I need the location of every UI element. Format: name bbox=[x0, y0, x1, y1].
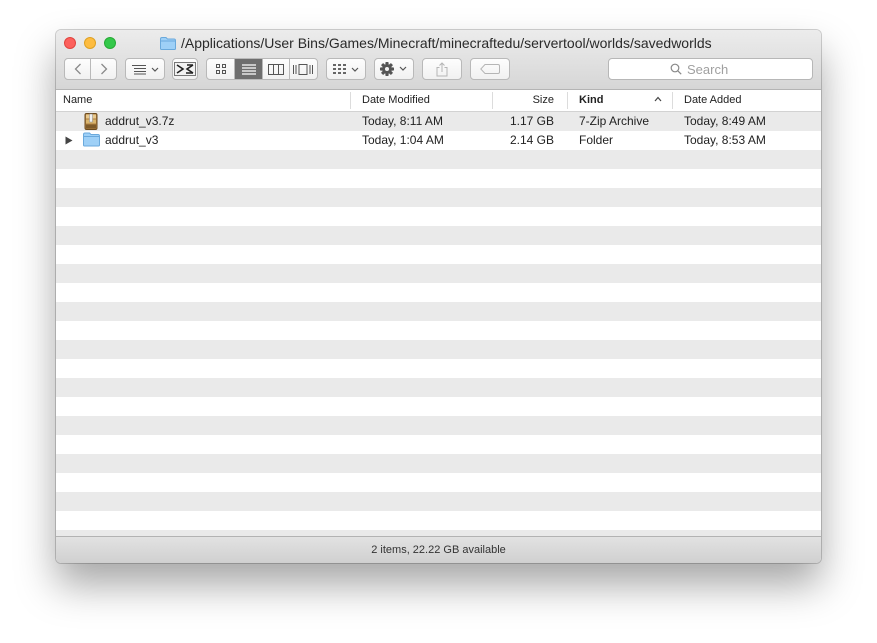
table-row[interactable]: addrut_v3 Today, 1:04 AM 2.14 GB Folder … bbox=[56, 131, 821, 150]
table-row[interactable]: addrut_v3.7z Today, 8:11 AM 1.17 GB 7-Zi… bbox=[56, 112, 821, 131]
chevron-left-icon bbox=[74, 63, 81, 75]
column-divider[interactable] bbox=[672, 92, 673, 109]
file-size: 1.17 GB bbox=[509, 114, 554, 128]
terminal-button[interactable] bbox=[172, 58, 198, 80]
close-button[interactable] bbox=[64, 37, 76, 49]
empty-row bbox=[56, 416, 821, 435]
forward-button[interactable] bbox=[90, 59, 116, 79]
navigation-group bbox=[64, 58, 117, 80]
empty-row bbox=[56, 302, 821, 321]
back-button[interactable] bbox=[65, 59, 90, 79]
search-input[interactable] bbox=[687, 61, 751, 77]
empty-row bbox=[56, 492, 821, 511]
cover-flow-icon bbox=[293, 63, 314, 75]
file-kind: 7-Zip Archive bbox=[579, 114, 650, 128]
search-field[interactable] bbox=[608, 58, 813, 80]
file-date-modified: Today, 8:11 AM bbox=[362, 114, 443, 128]
archive-icon bbox=[84, 113, 98, 130]
file-date-modified: Today, 1:04 AM bbox=[362, 133, 444, 147]
empty-row bbox=[56, 226, 821, 245]
share-button[interactable] bbox=[422, 58, 462, 80]
file-name: addrut_v3 bbox=[105, 133, 159, 147]
tags-button[interactable] bbox=[470, 58, 510, 80]
icon-grid-icon bbox=[215, 64, 226, 74]
search-icon bbox=[670, 63, 682, 75]
share-icon bbox=[436, 61, 448, 76]
minimize-button[interactable] bbox=[84, 37, 96, 49]
empty-row bbox=[56, 264, 821, 283]
window-title-path: /Applications/User Bins/Games/Minecraft/… bbox=[181, 35, 712, 51]
column-divider[interactable] bbox=[567, 92, 568, 109]
column-header-date-modified[interactable]: Date Modified bbox=[362, 90, 492, 111]
column-divider[interactable] bbox=[350, 92, 351, 109]
column-header-name[interactable]: Name bbox=[63, 90, 348, 111]
icon-view-button[interactable] bbox=[207, 59, 234, 79]
column-header-kind[interactable]: Kind bbox=[579, 90, 649, 111]
disclosure-triangle-icon[interactable] bbox=[65, 136, 73, 145]
tag-icon bbox=[480, 64, 500, 74]
column-header-size[interactable]: Size bbox=[493, 90, 554, 111]
action-menu-button[interactable] bbox=[374, 58, 414, 80]
file-kind: Folder bbox=[579, 133, 614, 147]
list-arrange-icon bbox=[132, 65, 159, 75]
folder-icon bbox=[83, 132, 100, 147]
empty-row bbox=[56, 454, 821, 473]
finder-window: /Applications/User Bins/Games/Minecraft/… bbox=[56, 30, 821, 563]
column-header-date-added[interactable]: Date Added bbox=[684, 90, 814, 111]
empty-row bbox=[56, 150, 821, 169]
zoom-button[interactable] bbox=[104, 37, 116, 49]
window-title: /Applications/User Bins/Games/Minecraft/… bbox=[160, 34, 712, 52]
folder-icon bbox=[160, 36, 176, 50]
terminal-icon bbox=[174, 62, 196, 76]
file-size: 2.14 GB bbox=[509, 133, 554, 147]
empty-row bbox=[56, 188, 821, 207]
view-mode-control bbox=[206, 58, 318, 80]
file-name: addrut_v3.7z bbox=[105, 114, 175, 128]
column-view-button[interactable] bbox=[261, 59, 289, 79]
file-list: addrut_v3.7z Today, 8:11 AM 1.17 GB 7-Zi… bbox=[56, 112, 821, 536]
group-by-button[interactable] bbox=[326, 58, 366, 80]
titlebar: /Applications/User Bins/Games/Minecraft/… bbox=[56, 30, 821, 90]
empty-row bbox=[56, 378, 821, 397]
file-date-added: Today, 8:49 AM bbox=[684, 114, 766, 128]
file-date-added: Today, 8:53 AM bbox=[684, 133, 766, 147]
status-text: 2 items, 22.22 GB available bbox=[371, 544, 506, 556]
list-view-button[interactable] bbox=[234, 59, 262, 79]
column-header: Name Date Modified Size Kind Date Added bbox=[56, 90, 821, 112]
gear-icon bbox=[380, 62, 407, 76]
columns-icon bbox=[267, 63, 284, 75]
cover-flow-button[interactable] bbox=[288, 59, 317, 79]
group-grid-icon bbox=[333, 64, 359, 74]
arrange-menu-button[interactable] bbox=[125, 58, 165, 80]
empty-row bbox=[56, 340, 821, 359]
chevron-right-icon bbox=[100, 63, 108, 75]
list-lines-icon bbox=[241, 63, 256, 75]
sort-ascending-icon bbox=[654, 96, 662, 102]
status-bar: 2 items, 22.22 GB available bbox=[56, 536, 821, 563]
